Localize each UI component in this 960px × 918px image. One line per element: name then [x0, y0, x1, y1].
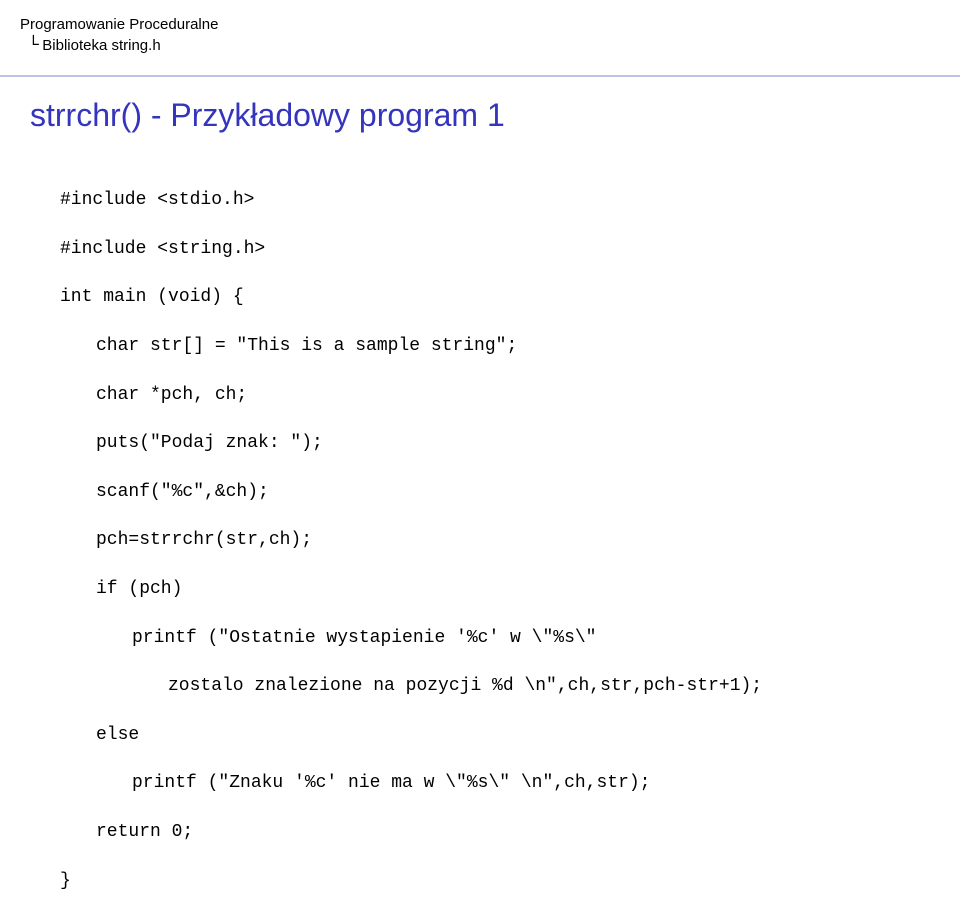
code-line: #include <stdio.h> [60, 188, 960, 212]
breadcrumb-top: Programowanie Proceduralne [20, 16, 960, 33]
code-line: } [60, 869, 960, 893]
code-block: #include <stdio.h> #include <string.h> i… [0, 164, 960, 917]
code-line: else [60, 723, 960, 747]
code-line: char str[] = "This is a sample string"; [60, 334, 960, 358]
code-line: char *pch, ch; [60, 383, 960, 407]
code-line: scanf("%c",&ch); [60, 480, 960, 504]
page-title: strrchr() - Przykładowy program 1 [0, 77, 960, 164]
breadcrumb-sub: Biblioteka string.h [42, 37, 160, 54]
code-line: printf ("Znaku '%c' nie ma w \"%s\" \n",… [60, 771, 960, 795]
code-line: zostalo znalezione na pozycji %d \n",ch,… [60, 674, 960, 698]
code-line: int main (void) { [60, 285, 960, 309]
code-line: #include <string.h> [60, 237, 960, 261]
code-line: puts("Podaj znak: "); [60, 431, 960, 455]
code-line: printf ("Ostatnie wystapienie '%c' w \"%… [60, 626, 960, 650]
breadcrumb-sub-row: └ Biblioteka string.h [20, 37, 960, 55]
code-line: if (pch) [60, 577, 960, 601]
breadcrumb-corner-icon: └ [28, 37, 37, 55]
breadcrumb: Programowanie Proceduralne └ Biblioteka … [0, 0, 960, 55]
code-line: return 0; [60, 820, 960, 844]
code-line: pch=strrchr(str,ch); [60, 528, 960, 552]
